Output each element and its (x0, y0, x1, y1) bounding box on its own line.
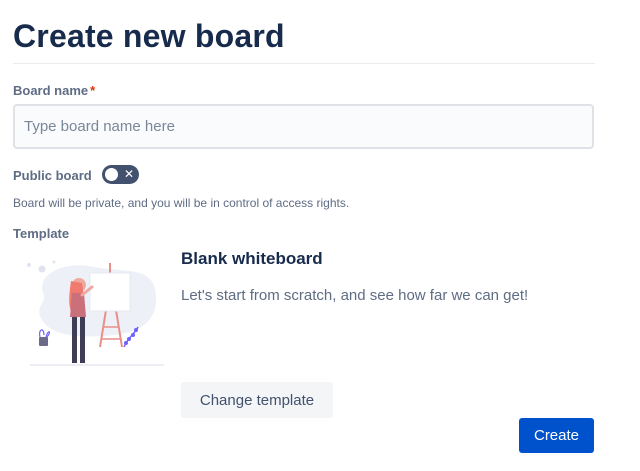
board-name-label-text: Board name (13, 83, 89, 98)
create-button[interactable]: Create (519, 418, 594, 453)
template-name: Blank whiteboard (181, 249, 323, 268)
public-board-label: Public board (13, 168, 92, 183)
required-marker: * (90, 83, 96, 98)
change-template-button[interactable]: Change template (181, 382, 333, 418)
template-label: Template (13, 226, 70, 241)
board-name-label: Board name * (13, 83, 95, 98)
close-icon: ✕ (123, 167, 134, 181)
page-title: Create new board (13, 18, 285, 54)
toggle-knob (105, 168, 118, 181)
public-board-toggle[interactable]: ✕ (102, 165, 139, 184)
title-divider (13, 63, 595, 64)
public-board-helper-text: Board will be private, and you will be i… (13, 196, 350, 210)
template-description: Let's start from scratch, and see how fa… (181, 287, 529, 304)
whiteboard-illustration-icon (27, 260, 164, 366)
board-name-input[interactable] (13, 104, 594, 149)
